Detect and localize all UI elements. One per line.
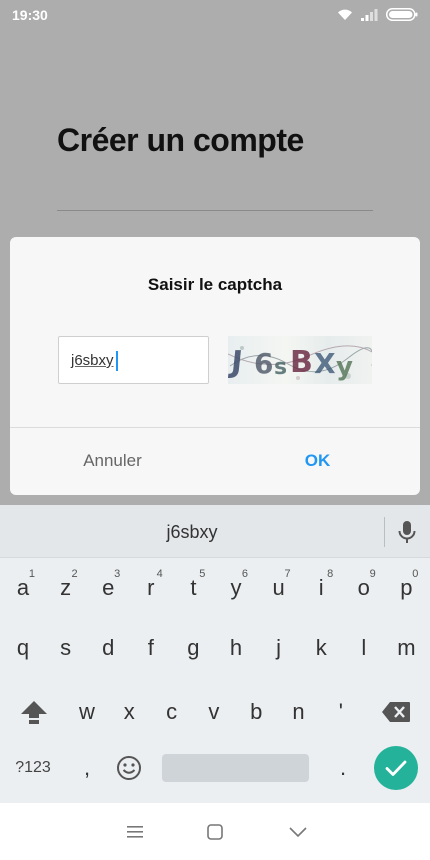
status-bar: 19:30 [0, 0, 430, 30]
mic-icon[interactable] [396, 519, 418, 545]
key-l[interactable]: l [343, 625, 385, 671]
key-label: e [102, 575, 115, 600]
battery-icon [386, 8, 418, 21]
page-title: Créer un compte [57, 122, 304, 158]
menu-button[interactable] [124, 821, 146, 843]
key-v[interactable]: v [193, 689, 235, 735]
captcha-input-value: j6sbxy [71, 352, 114, 369]
key-c[interactable]: c [151, 689, 193, 735]
key-j[interactable]: j [258, 625, 300, 671]
key-a[interactable]: 1a [2, 565, 44, 611]
key-s[interactable]: s [45, 625, 87, 671]
key-f[interactable]: f [130, 625, 172, 671]
text-caret [116, 351, 118, 371]
key-hint: 2 [71, 568, 78, 580]
ok-button[interactable]: OK [215, 427, 420, 495]
key-t[interactable]: 5t [172, 565, 214, 611]
comma-key[interactable]: , [66, 746, 108, 790]
svg-text:X: X [314, 347, 336, 380]
key-label: t [190, 575, 197, 600]
key-label: o [357, 575, 370, 600]
key-hint: 6 [241, 568, 248, 580]
dialog-title: Saisir le captcha [147, 275, 283, 294]
captcha-input[interactable]: j6sbxy [58, 336, 209, 384]
backspace-key[interactable] [374, 690, 418, 734]
title-divider [57, 210, 373, 211]
signal-icon [361, 8, 378, 21]
suggestion-bar: j6sbxy [0, 505, 430, 558]
captcha-dialog: Saisir le captcha j6sbxy J 6 s B X y Ann… [10, 237, 420, 495]
soft-keyboard: j6sbxy 1a2z3e4r5t6y7u8i9o0p qsdfghjklm w… [0, 505, 430, 803]
key-label: y [230, 575, 242, 600]
symbols-key[interactable]: ?123 [8, 746, 58, 790]
key-hint: 8 [327, 568, 334, 580]
svg-text:6: 6 [254, 347, 273, 380]
key-hint: 7 [284, 568, 291, 580]
svg-text:s: s [274, 355, 287, 380]
key-o[interactable]: 9o [343, 565, 385, 611]
key-label: a [16, 575, 30, 600]
suggestion-separator [384, 517, 385, 547]
home-icon [207, 824, 223, 840]
key-d[interactable]: d [87, 625, 129, 671]
key-label: z [60, 575, 72, 600]
key-label: p [400, 575, 413, 600]
wifi-icon [337, 8, 353, 21]
key-hint: 4 [156, 568, 163, 580]
key-e[interactable]: 3e [87, 565, 129, 611]
home-button[interactable] [204, 821, 226, 843]
key-h[interactable]: h [215, 625, 257, 671]
svg-text:B: B [290, 345, 313, 380]
captcha-image: J 6 s B X y [228, 336, 372, 384]
shift-key[interactable] [12, 690, 56, 734]
key-x[interactable]: x [108, 689, 150, 735]
key-hint: 1 [28, 568, 35, 580]
key-b[interactable]: b [235, 689, 277, 735]
backspace-icon [382, 702, 410, 722]
menu-icon [127, 826, 143, 838]
shift-icon [21, 701, 47, 724]
key-p[interactable]: 0p [385, 565, 427, 611]
svg-text:J: J [228, 345, 244, 380]
key-hint: 5 [199, 568, 206, 580]
key-n[interactable]: n [278, 689, 320, 735]
key-hint: 3 [114, 568, 121, 580]
svg-text:y: y [336, 352, 353, 382]
navigation-bar [0, 803, 430, 860]
key-hint: 0 [412, 568, 419, 580]
back-button[interactable] [287, 821, 309, 843]
key-k[interactable]: k [300, 625, 342, 671]
key-apostrophe[interactable]: ' [320, 689, 362, 735]
status-icons [337, 8, 418, 21]
key-z[interactable]: 2z [45, 565, 87, 611]
cancel-button[interactable]: Annuler [10, 427, 215, 495]
check-icon [385, 760, 407, 776]
key-r[interactable]: 4r [130, 565, 172, 611]
emoji-icon [117, 756, 141, 780]
key-y[interactable]: 6y [215, 565, 257, 611]
space-key[interactable] [162, 754, 309, 782]
key-hint: 9 [369, 568, 376, 580]
key-u[interactable]: 7u [258, 565, 300, 611]
key-i[interactable]: 8i [300, 565, 342, 611]
key-g[interactable]: g [172, 625, 214, 671]
key-label: r [147, 575, 155, 600]
key-w[interactable]: w [66, 689, 108, 735]
key-q[interactable]: q [2, 625, 44, 671]
status-time: 19:30 [12, 7, 48, 23]
suggestion-word[interactable]: j6sbxy [0, 522, 384, 543]
key-m[interactable]: m [385, 625, 427, 671]
key-label: u [272, 575, 285, 600]
enter-key[interactable] [374, 746, 418, 790]
key-label: i [318, 575, 324, 600]
emoji-key[interactable] [108, 746, 150, 790]
period-key[interactable]: . [322, 746, 364, 790]
back-icon [289, 827, 307, 838]
